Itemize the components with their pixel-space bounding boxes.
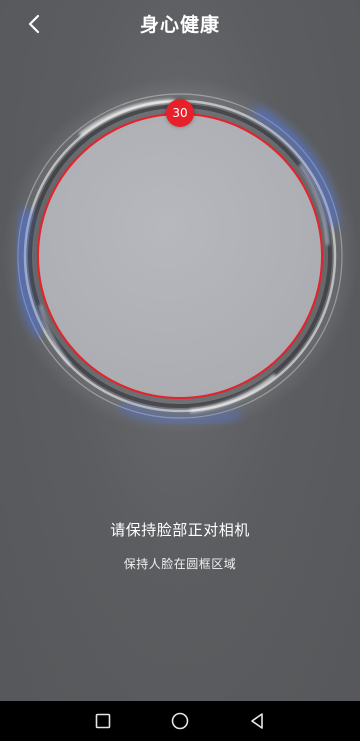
nav-back-button[interactable] (243, 707, 271, 735)
countdown-badge: 30 (166, 99, 194, 127)
circle-icon (171, 712, 189, 730)
system-nav-bar (0, 701, 360, 741)
prompt-main-text: 请保持脸部正对相机 (110, 521, 250, 539)
page-title: 身心健康 (139, 14, 220, 36)
face-capture-area: 30 (0, 75, 360, 435)
prompt-sub-text: 保持人脸在圆框区域 (123, 557, 237, 571)
recents-button[interactable] (89, 707, 117, 735)
square-icon (95, 713, 111, 729)
home-button[interactable] (166, 707, 194, 735)
face-preview-circle (37, 113, 323, 399)
triangle-back-icon (251, 713, 263, 729)
app-header: 身心健康 (0, 0, 360, 48)
